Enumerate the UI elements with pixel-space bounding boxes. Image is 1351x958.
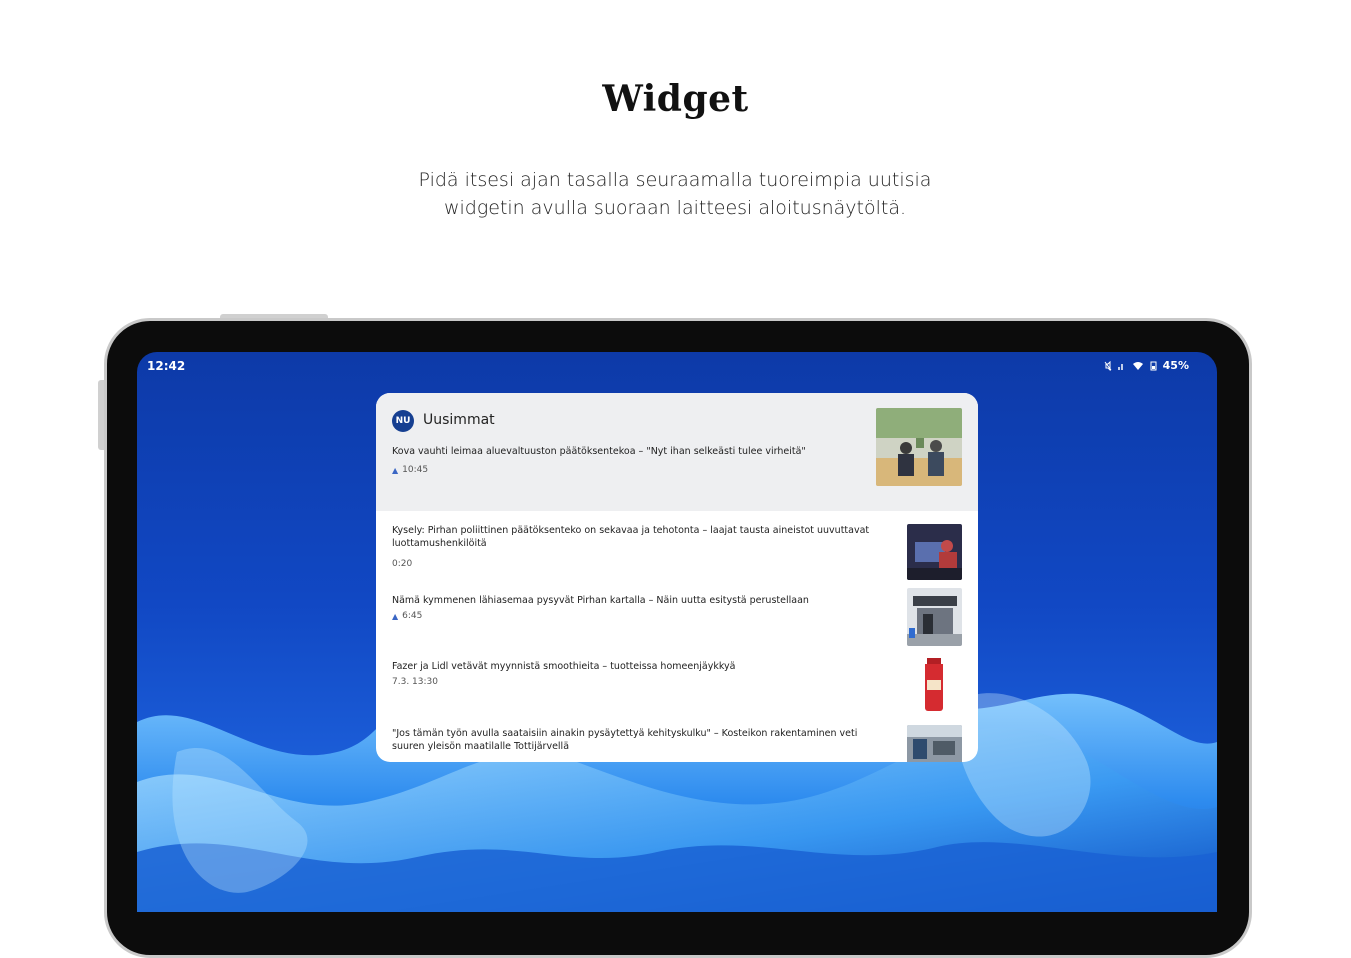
thumbnail-image bbox=[907, 725, 962, 762]
mute-icon bbox=[1104, 360, 1112, 371]
thumbnail-image bbox=[907, 588, 962, 646]
tablet-screen: 12:42 45% NU Uusimmat Kova vauhti leimaa… bbox=[137, 352, 1217, 912]
news-item-time: 0:20 bbox=[392, 559, 413, 569]
top-story-headline[interactable]: Kova vauhti leimaa aluevaltuuston päätök… bbox=[392, 445, 862, 458]
thumbnail-image bbox=[907, 524, 962, 580]
page-subtitle: Pidä itsesi ajan tasalla seuraamalla tuo… bbox=[375, 166, 975, 222]
news-item-headline[interactable]: "Jos tämän työn avulla saataisiin ainaki… bbox=[392, 727, 882, 753]
news-item-thumbnail[interactable] bbox=[907, 588, 962, 646]
battery-percent: 45% bbox=[1162, 359, 1189, 372]
news-item-meta: ▲ 6:45 bbox=[392, 611, 422, 621]
top-story-thumbnail[interactable] bbox=[876, 408, 962, 486]
news-item-meta: 0:20 bbox=[392, 559, 412, 569]
top-story-meta: ▲ 10:45 bbox=[392, 465, 428, 475]
news-item-meta: 7.3. 13:30 bbox=[392, 677, 438, 687]
news-item-headline[interactable]: Kysely: Pirhan poliittinen päätöksenteko… bbox=[392, 524, 882, 550]
news-item-time: 7.3. 13:30 bbox=[392, 677, 438, 687]
news-item-headline[interactable]: Nämä kymmenen lähiasemaa pysyvät Pirhan … bbox=[392, 594, 882, 607]
subtitle-line-2: widgetin avulla suoraan laitteesi aloitu… bbox=[443, 197, 907, 219]
news-widget[interactable]: NU Uusimmat Kova vauhti leimaa aluevaltu… bbox=[376, 393, 978, 762]
thumbnail-image bbox=[907, 656, 962, 712]
battery-icon bbox=[1150, 361, 1157, 370]
news-item-thumbnail[interactable] bbox=[907, 656, 962, 712]
status-time: 12:42 bbox=[147, 359, 186, 373]
news-item-thumbnail[interactable] bbox=[907, 524, 962, 580]
subtitle-line-1: Pidä itsesi ajan tasalla seuraamalla tuo… bbox=[418, 169, 932, 191]
brand-name: Uusimmat bbox=[423, 412, 495, 428]
widget-header[interactable]: NU Uusimmat Kova vauhti leimaa aluevaltu… bbox=[376, 393, 978, 511]
wifi-icon bbox=[1132, 361, 1143, 370]
news-item-headline[interactable]: Fazer ja Lidl vetävät myynnistä smoothie… bbox=[392, 660, 882, 673]
signal-icon bbox=[1117, 363, 1123, 370]
status-icons: 45% bbox=[1103, 359, 1189, 372]
page-title: Widget bbox=[602, 78, 749, 120]
top-story-time: 10:45 bbox=[402, 465, 429, 475]
pin-icon: ▲ bbox=[392, 465, 399, 475]
pin-icon: ▲ bbox=[392, 611, 399, 621]
news-item-time: 6:45 bbox=[402, 611, 423, 621]
brand-logo: NU bbox=[392, 410, 414, 432]
thumbnail-image bbox=[876, 408, 962, 486]
news-item-thumbnail[interactable] bbox=[907, 725, 962, 762]
